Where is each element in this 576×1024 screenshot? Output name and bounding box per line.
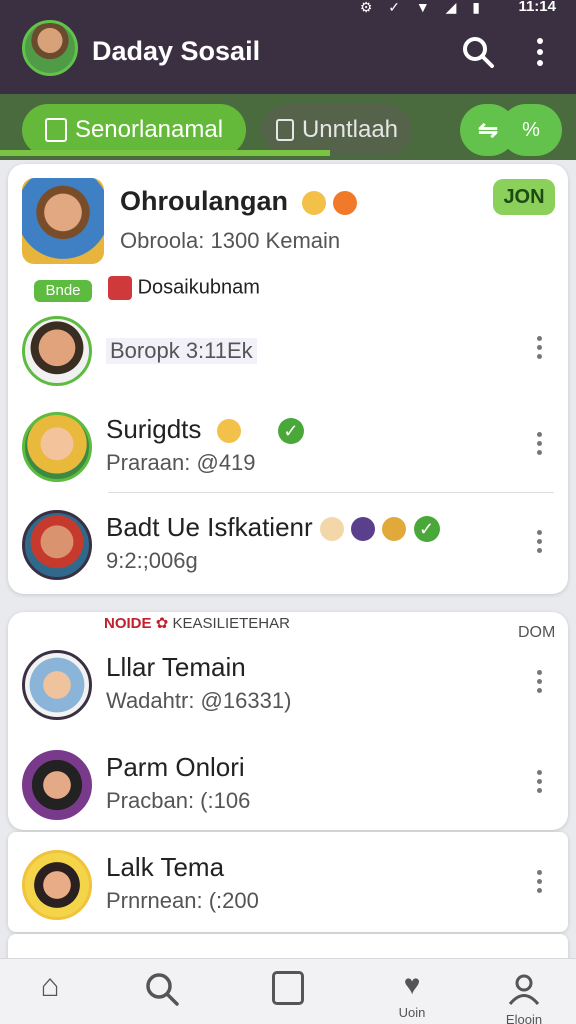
nav-favorites[interactable]: ♥ Uoin bbox=[382, 967, 442, 1020]
tag-label: Dosaikubnam bbox=[108, 276, 260, 300]
chat-row[interactable]: Lalk Tema Prnrnean: (:200 bbox=[8, 842, 568, 922]
verified-icon: ✓ bbox=[277, 418, 304, 445]
chat-row[interactable]: Boropk 3:11Ek bbox=[8, 308, 568, 388]
tab-senorlanamal[interactable]: Senorlanamal bbox=[22, 104, 246, 156]
gift-icon bbox=[108, 276, 132, 300]
suggested-groups-card: NOIDE ✿ KEASILIETEHAR DOM Lllar Temain W… bbox=[8, 612, 568, 830]
smile-emoji-icon bbox=[216, 419, 241, 444]
chat-row[interactable]: Badt Ue Isfkatienr ✓ 9:2:;006g bbox=[8, 502, 568, 582]
nav-home[interactable]: ⌂ bbox=[20, 967, 80, 1003]
nav-label: Elooin bbox=[505, 1012, 543, 1024]
featured-group-title: Ohroulangan bbox=[120, 186, 358, 217]
tab-label: Senorlanamal bbox=[74, 116, 224, 143]
featured-group-avatar[interactable] bbox=[22, 178, 104, 264]
section-header: NOIDE ✿ KEASILIETEHAR bbox=[104, 615, 290, 632]
tag-badge: Bnde bbox=[34, 280, 92, 302]
emoji-icon bbox=[382, 517, 407, 542]
app-title: Daday Sosail bbox=[92, 36, 261, 66]
chat-title: Surigdts ✓ bbox=[106, 414, 304, 445]
more-vert-icon[interactable] bbox=[536, 530, 542, 557]
app-bar: Daday Sosail bbox=[0, 14, 576, 94]
tab-label: Unntlaah bbox=[301, 116, 399, 143]
emoji-icon bbox=[351, 517, 376, 542]
person-icon bbox=[508, 974, 540, 1005]
doc-icon bbox=[272, 971, 304, 1005]
featured-group-subtitle: Obroola: 1300 Kemain bbox=[120, 228, 341, 253]
chat-row[interactable]: Parm Onlori Pracban: (:106 bbox=[8, 742, 568, 822]
chat-avatar bbox=[22, 850, 92, 920]
chat-title: Lllar Temain bbox=[106, 652, 246, 682]
more-vert-icon[interactable] bbox=[536, 870, 542, 897]
sync-icon: ⇋ bbox=[477, 116, 499, 144]
chat-avatar bbox=[22, 412, 92, 482]
chat-row[interactable]: Surigdts ✓ Praraan: @419 bbox=[8, 404, 568, 484]
section-action[interactable]: DOM bbox=[518, 624, 555, 642]
search-icon[interactable] bbox=[460, 34, 496, 70]
chat-subtitle: Boropk 3:11Ek bbox=[106, 338, 257, 364]
more-vert-icon[interactable] bbox=[530, 38, 550, 70]
status-time: 11:14 bbox=[518, 0, 556, 15]
flower-icon: ✿ bbox=[155, 615, 169, 632]
chat-row[interactable]: Lllar Temain Wadahtr: @16331) bbox=[8, 642, 568, 722]
chat-title: Parm Onlori bbox=[106, 752, 245, 782]
nav-label: Uoin bbox=[398, 1005, 426, 1020]
chat-card: Lalk Tema Prnrnean: (:200 bbox=[8, 832, 568, 932]
profile-avatar[interactable] bbox=[22, 20, 78, 76]
bottom-nav: ⌂ ♥ Uoin Elooin bbox=[0, 958, 576, 1024]
chat-subtitle: Pracban: (:106 bbox=[106, 788, 251, 813]
tab-unntlaah[interactable]: Unntlaah bbox=[262, 104, 412, 156]
chat-title: Badt Ue Isfkatienr ✓ bbox=[106, 512, 440, 543]
emoji-icon bbox=[301, 190, 326, 215]
chat-avatar bbox=[22, 316, 92, 386]
nav-profile[interactable]: Elooin bbox=[494, 967, 554, 1024]
chat-avatar bbox=[22, 650, 92, 720]
chat-subtitle: Prnrnean: (:200 bbox=[106, 888, 259, 913]
chat-title: Lalk Tema bbox=[106, 852, 225, 882]
nav-docs[interactable] bbox=[258, 967, 318, 1005]
chat-subtitle: 9:2:;006g bbox=[106, 548, 198, 573]
join-button[interactable]: JON bbox=[493, 179, 555, 215]
tab-label: % bbox=[522, 118, 540, 141]
chat-subtitle: Praraan: @419 bbox=[106, 450, 256, 475]
heart-icon: ♥ bbox=[403, 969, 421, 1000]
clipboard-icon bbox=[275, 119, 294, 141]
more-vert-icon[interactable] bbox=[536, 336, 542, 363]
more-vert-icon[interactable] bbox=[536, 432, 542, 459]
emoji-icon bbox=[319, 517, 344, 542]
more-vert-icon[interactable] bbox=[536, 770, 542, 797]
chat-avatar bbox=[22, 510, 92, 580]
chat-subtitle: Wadahtr: @16331) bbox=[106, 688, 292, 713]
featured-group-card: Ohroulangan Obroola: 1300 Kemain JON Bnd… bbox=[8, 164, 568, 594]
verified-icon: ✓ bbox=[413, 516, 440, 543]
chat-avatar bbox=[22, 750, 92, 820]
status-bar: ⚙ ✓ ▼ ◢ ▮ 11:14 bbox=[0, 0, 576, 15]
more-vert-icon[interactable] bbox=[536, 670, 542, 697]
home-icon: ⌂ bbox=[40, 967, 60, 1003]
nav-search[interactable] bbox=[132, 967, 192, 1012]
book-icon bbox=[44, 118, 67, 142]
emoji-icon bbox=[333, 190, 358, 215]
active-tab-indicator bbox=[0, 150, 330, 156]
search-icon bbox=[146, 973, 179, 1006]
tab-percent[interactable]: % bbox=[500, 104, 562, 156]
divider bbox=[108, 492, 554, 493]
